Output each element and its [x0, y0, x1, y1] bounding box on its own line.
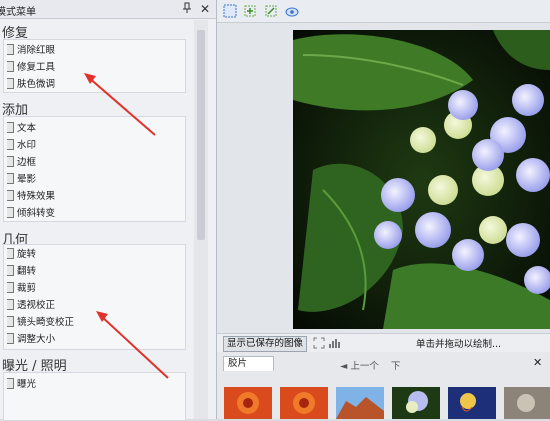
prev-button[interactable]: ◄ 上一个	[340, 361, 379, 372]
filmstrip-tab[interactable]: 胶片	[223, 356, 274, 371]
thumbnail[interactable]	[336, 387, 384, 419]
fit-screen-icon[interactable]	[313, 337, 325, 349]
thumbnail[interactable]	[392, 387, 440, 419]
histogram-icon[interactable]	[328, 337, 340, 349]
thumbnail[interactable]	[504, 387, 550, 419]
thumbnail[interactable]	[448, 387, 496, 419]
thumbnail[interactable]	[224, 387, 272, 419]
next-button[interactable]: 下	[391, 361, 401, 372]
eye-icon[interactable]	[284, 3, 300, 19]
status-hint: 单击并拖动以绘制...	[416, 339, 502, 350]
crop-tool-icon[interactable]	[263, 3, 279, 19]
select-rect-icon[interactable]	[222, 3, 238, 19]
filmstrip-nav: ◄ 上一个 下	[340, 358, 400, 372]
filmstrip-close-icon[interactable]: ✕	[533, 356, 542, 369]
annotation-arrows	[84, 73, 169, 379]
hydrangea-photo	[293, 30, 550, 329]
show-saved-image-button[interactable]: 显示已保存的图像	[223, 336, 308, 352]
thumbnail[interactable]	[280, 387, 328, 419]
add-icon[interactable]	[242, 3, 258, 19]
